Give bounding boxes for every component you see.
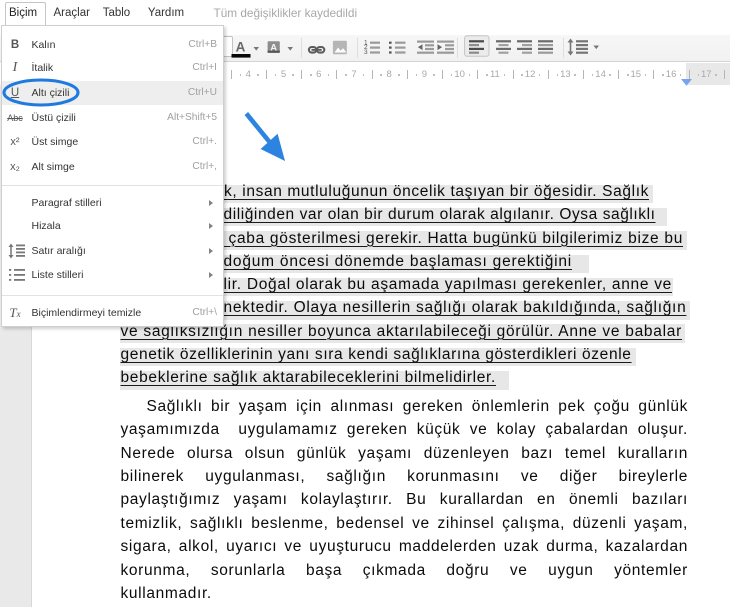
svg-text:A: A <box>236 40 246 55</box>
svg-text:3: 3 <box>364 49 368 56</box>
